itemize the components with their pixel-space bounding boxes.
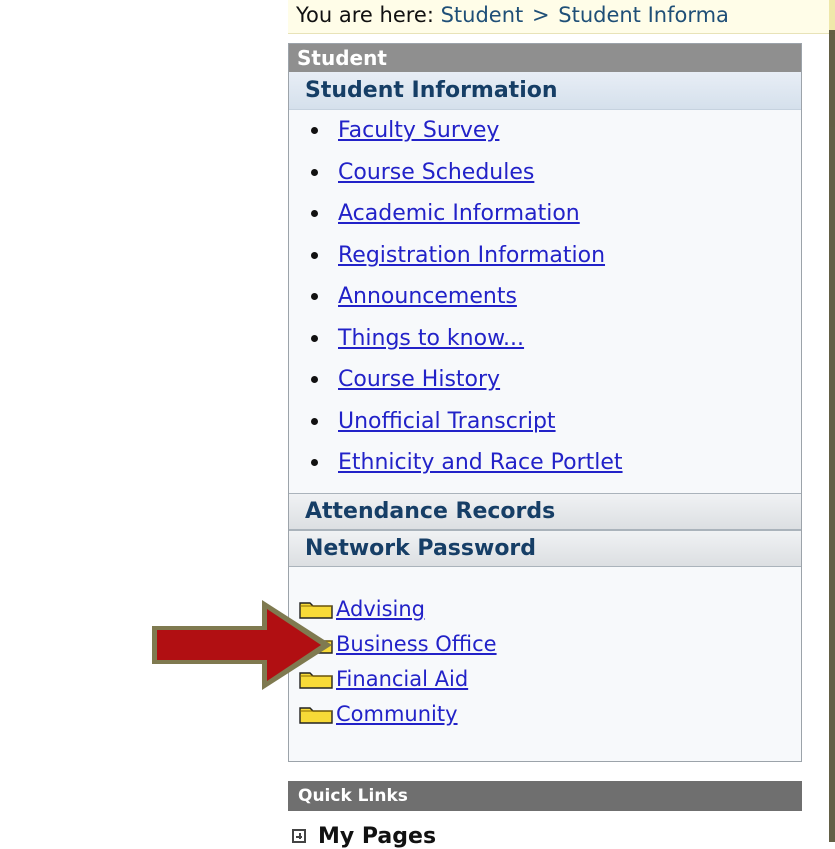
breadcrumb: You are here: Student > Student Informa xyxy=(288,0,835,34)
breadcrumb-separator: > xyxy=(531,3,550,27)
red-arrow-icon xyxy=(152,600,332,690)
attendance-records-header[interactable]: Attendance Records xyxy=(289,493,801,530)
breadcrumb-prefix: You are here: xyxy=(296,3,434,27)
link-financial-aid[interactable]: Financial Aid xyxy=(336,667,468,691)
bullet-icon xyxy=(311,417,318,425)
link-advising[interactable]: Advising xyxy=(336,597,425,621)
bullet-icon xyxy=(311,334,318,342)
bullet-icon xyxy=(311,459,318,467)
folder-icon xyxy=(299,704,333,724)
list-item: Registration Information xyxy=(289,235,801,277)
list-item: Unofficial Transcript xyxy=(289,401,801,443)
folder-item-business-office[interactable]: Business Office xyxy=(299,626,801,661)
breadcrumb-link-student-information[interactable]: Student Informa xyxy=(558,3,729,27)
right-edge-strip xyxy=(829,0,835,842)
link-business-office[interactable]: Business Office xyxy=(336,632,497,656)
bullet-icon xyxy=(311,376,318,384)
folder-item-financial-aid[interactable]: Financial Aid xyxy=(299,661,801,696)
expand-plus-icon[interactable] xyxy=(292,829,306,843)
link-announcements[interactable]: Announcements xyxy=(338,284,517,309)
list-item: Academic Information xyxy=(289,193,801,235)
student-portlet-panel: Student Student Information Faculty Surv… xyxy=(288,43,802,762)
bullet-icon xyxy=(311,293,318,301)
link-faculty-survey[interactable]: Faculty Survey xyxy=(338,118,499,143)
bullet-icon xyxy=(311,251,318,259)
link-unofficial-transcript[interactable]: Unofficial Transcript xyxy=(338,409,556,434)
folder-item-community[interactable]: Community xyxy=(299,696,801,731)
quick-links-header: Quick Links xyxy=(288,781,802,811)
folder-item-advising[interactable]: Advising xyxy=(299,591,801,626)
link-registration-information[interactable]: Registration Information xyxy=(338,243,605,268)
student-information-links: Faculty Survey Course Schedules Academic… xyxy=(289,110,801,493)
network-password-header[interactable]: Network Password xyxy=(289,530,801,567)
bullet-icon xyxy=(311,210,318,218)
link-academic-information[interactable]: Academic Information xyxy=(338,201,580,226)
student-information-header[interactable]: Student Information xyxy=(289,72,801,110)
link-things-to-know[interactable]: Things to know... xyxy=(338,326,524,351)
list-item: Course History xyxy=(289,359,801,401)
bullet-icon xyxy=(311,168,318,176)
link-community[interactable]: Community xyxy=(336,702,458,726)
list-item: Faculty Survey xyxy=(289,110,801,152)
folder-list: Advising Business Office Financial Aid C… xyxy=(289,567,801,731)
list-item: Course Schedules xyxy=(289,152,801,194)
link-course-history[interactable]: Course History xyxy=(338,367,500,392)
bullet-icon xyxy=(311,127,318,135)
list-item: Announcements xyxy=(289,276,801,318)
link-course-schedules[interactable]: Course Schedules xyxy=(338,160,534,185)
list-item: Ethnicity and Race Portlet xyxy=(289,442,801,484)
list-item: Things to know... xyxy=(289,318,801,360)
breadcrumb-link-student[interactable]: Student xyxy=(441,3,524,27)
link-ethnicity-race-portlet[interactable]: Ethnicity and Race Portlet xyxy=(338,450,623,475)
my-pages-label: My Pages xyxy=(318,823,437,849)
student-header: Student xyxy=(289,44,801,72)
my-pages-item[interactable]: My Pages xyxy=(292,823,592,849)
